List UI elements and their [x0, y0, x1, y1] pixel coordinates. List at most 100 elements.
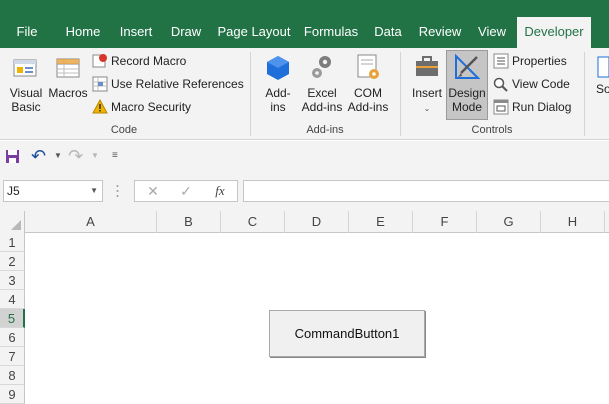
name-box-value: J5 — [7, 184, 20, 198]
group-separator — [250, 52, 251, 136]
tab-page-layout[interactable]: Page Layout — [215, 17, 293, 48]
design-mode-label-2: Mode — [451, 100, 483, 114]
design-mode-label-1: Design — [448, 86, 486, 100]
column-header-d[interactable]: D — [285, 211, 349, 233]
use-relative-references-button[interactable]: Use Relative References — [92, 74, 244, 94]
chevron-down-icon: ▼ — [90, 186, 98, 195]
design-mode-button[interactable]: Design Mode — [446, 52, 488, 114]
formula-input[interactable] — [243, 180, 609, 202]
chevron-down-icon: ▼ — [54, 151, 62, 160]
tab-review[interactable]: Review — [414, 17, 466, 48]
redo-button[interactable]: ↷ — [68, 147, 83, 165]
column-header-h[interactable]: H — [541, 211, 605, 233]
record-macro-label: Record Macro — [111, 54, 187, 68]
formula-buttons: ✕ ✓ fx — [134, 180, 238, 202]
name-box[interactable]: J5 ▼ — [3, 180, 103, 202]
use-relative-references-label: Use Relative References — [111, 77, 244, 91]
undo-dropdown[interactable]: ▼ — [54, 147, 62, 165]
column-header-e[interactable]: E — [349, 211, 413, 233]
source-label: So — [596, 82, 609, 96]
tab-developer[interactable]: Developer — [517, 17, 591, 48]
insert-control-button[interactable]: Insert ⌄ — [407, 52, 447, 116]
customize-icon: ≡ — [112, 150, 118, 161]
relative-references-icon — [92, 76, 108, 92]
tab-draw[interactable]: Draw — [166, 17, 206, 48]
formula-bar: J5 ▼ ✕ ✓ fx — [0, 171, 609, 211]
enter-icon[interactable]: ✓ — [171, 181, 201, 201]
column-header-c[interactable]: C — [221, 211, 285, 233]
undo-button[interactable]: ↶ — [31, 147, 46, 165]
tab-formulas[interactable]: Formulas — [300, 17, 362, 48]
tab-insert[interactable]: Insert — [113, 17, 159, 48]
group-separator — [400, 52, 401, 136]
column-header-g[interactable]: G — [477, 211, 541, 233]
design-mode-icon — [455, 53, 481, 79]
macros-button[interactable]: Macros — [47, 52, 89, 100]
row-header-selected[interactable]: 5 — [0, 309, 25, 328]
addins-label-1: Add- — [265, 86, 291, 100]
com-addins-label-2: Add-ins — [347, 100, 389, 114]
column-header-a[interactable]: A — [25, 211, 157, 233]
tab-data[interactable]: Data — [369, 17, 407, 48]
tab-file[interactable]: File — [8, 17, 46, 48]
visual-basic-button[interactable]: Visual Basic — [4, 52, 48, 114]
row-header[interactable]: 3 — [0, 271, 25, 290]
gears-icon — [312, 56, 331, 78]
macro-security-label: Macro Security — [111, 100, 192, 114]
group-label-code: Code — [110, 124, 138, 136]
macros-icon — [56, 58, 80, 78]
tab-view[interactable]: View — [472, 17, 512, 48]
save-icon — [6, 150, 19, 163]
customize-qat-button[interactable]: ≡ — [112, 147, 118, 165]
addins-button[interactable]: Add- ins — [260, 52, 296, 114]
excel-addins-button[interactable]: Excel Add-ins — [299, 52, 345, 114]
source-icon — [597, 56, 609, 78]
redo-dropdown[interactable]: ▼ — [91, 147, 99, 165]
chevron-down-icon: ▼ — [91, 151, 99, 160]
undo-icon: ↶ — [31, 146, 47, 166]
com-addins-icon — [357, 54, 379, 79]
row-header[interactable]: 7 — [0, 347, 25, 366]
addins-icon — [267, 56, 289, 80]
row-header[interactable]: 6 — [0, 328, 25, 347]
row-header[interactable]: 2 — [0, 252, 25, 271]
insert-control-label: Insert — [411, 86, 442, 100]
warning-icon — [92, 98, 108, 114]
column-header-f[interactable]: F — [413, 211, 477, 233]
group-label-addins: Add-ins — [306, 124, 344, 136]
quick-access-toolbar: ↶ ▼ ↷ ▼ ≡ — [0, 141, 609, 171]
visual-basic-label-1: Visual — [9, 86, 43, 100]
row-header[interactable]: 9 — [0, 385, 25, 404]
command-button[interactable]: CommandButton1 — [269, 310, 425, 357]
ribbon-tabs: File Home Insert Draw Page Layout Formul… — [0, 0, 609, 48]
tab-home[interactable]: Home — [58, 17, 108, 48]
view-code-label: View Code — [512, 77, 570, 91]
row-header[interactable]: 1 — [0, 233, 25, 252]
properties-button[interactable]: Properties — [493, 51, 567, 71]
excel-addins-label-1: Excel — [307, 86, 337, 100]
drag-handle-icon[interactable] — [116, 184, 119, 198]
group-label-controls: Controls — [471, 124, 513, 136]
column-header-b[interactable]: B — [157, 211, 221, 233]
row-header[interactable]: 8 — [0, 366, 25, 385]
properties-label: Properties — [512, 54, 567, 68]
worksheet-grid[interactable]: A B C D E F G H 1 2 3 4 5 6 7 8 9 Comman… — [0, 211, 609, 404]
addins-label-2: ins — [270, 100, 286, 114]
record-macro-button[interactable]: Record Macro — [92, 51, 186, 71]
group-separator — [584, 52, 585, 136]
cancel-icon[interactable]: ✕ — [138, 181, 168, 201]
com-addins-button[interactable]: COM Add-ins — [345, 52, 391, 114]
view-code-button[interactable]: View Code — [493, 74, 570, 94]
com-addins-label-1: COM — [354, 86, 382, 100]
visual-basic-icon — [13, 59, 37, 77]
select-all-button[interactable] — [0, 211, 25, 233]
run-dialog-button[interactable]: Run Dialog — [493, 97, 571, 117]
row-header[interactable]: 4 — [0, 290, 25, 309]
macro-security-button[interactable]: Macro Security — [92, 97, 191, 117]
source-button[interactable]: So — [592, 52, 609, 96]
save-button[interactable] — [5, 147, 20, 165]
chevron-down-icon: ⌄ — [423, 104, 431, 113]
insert-function-button[interactable]: fx — [205, 181, 235, 201]
ribbon: Visual Basic Macros Record Macro Use Rel… — [0, 48, 609, 140]
macros-label: Macros — [48, 86, 88, 100]
